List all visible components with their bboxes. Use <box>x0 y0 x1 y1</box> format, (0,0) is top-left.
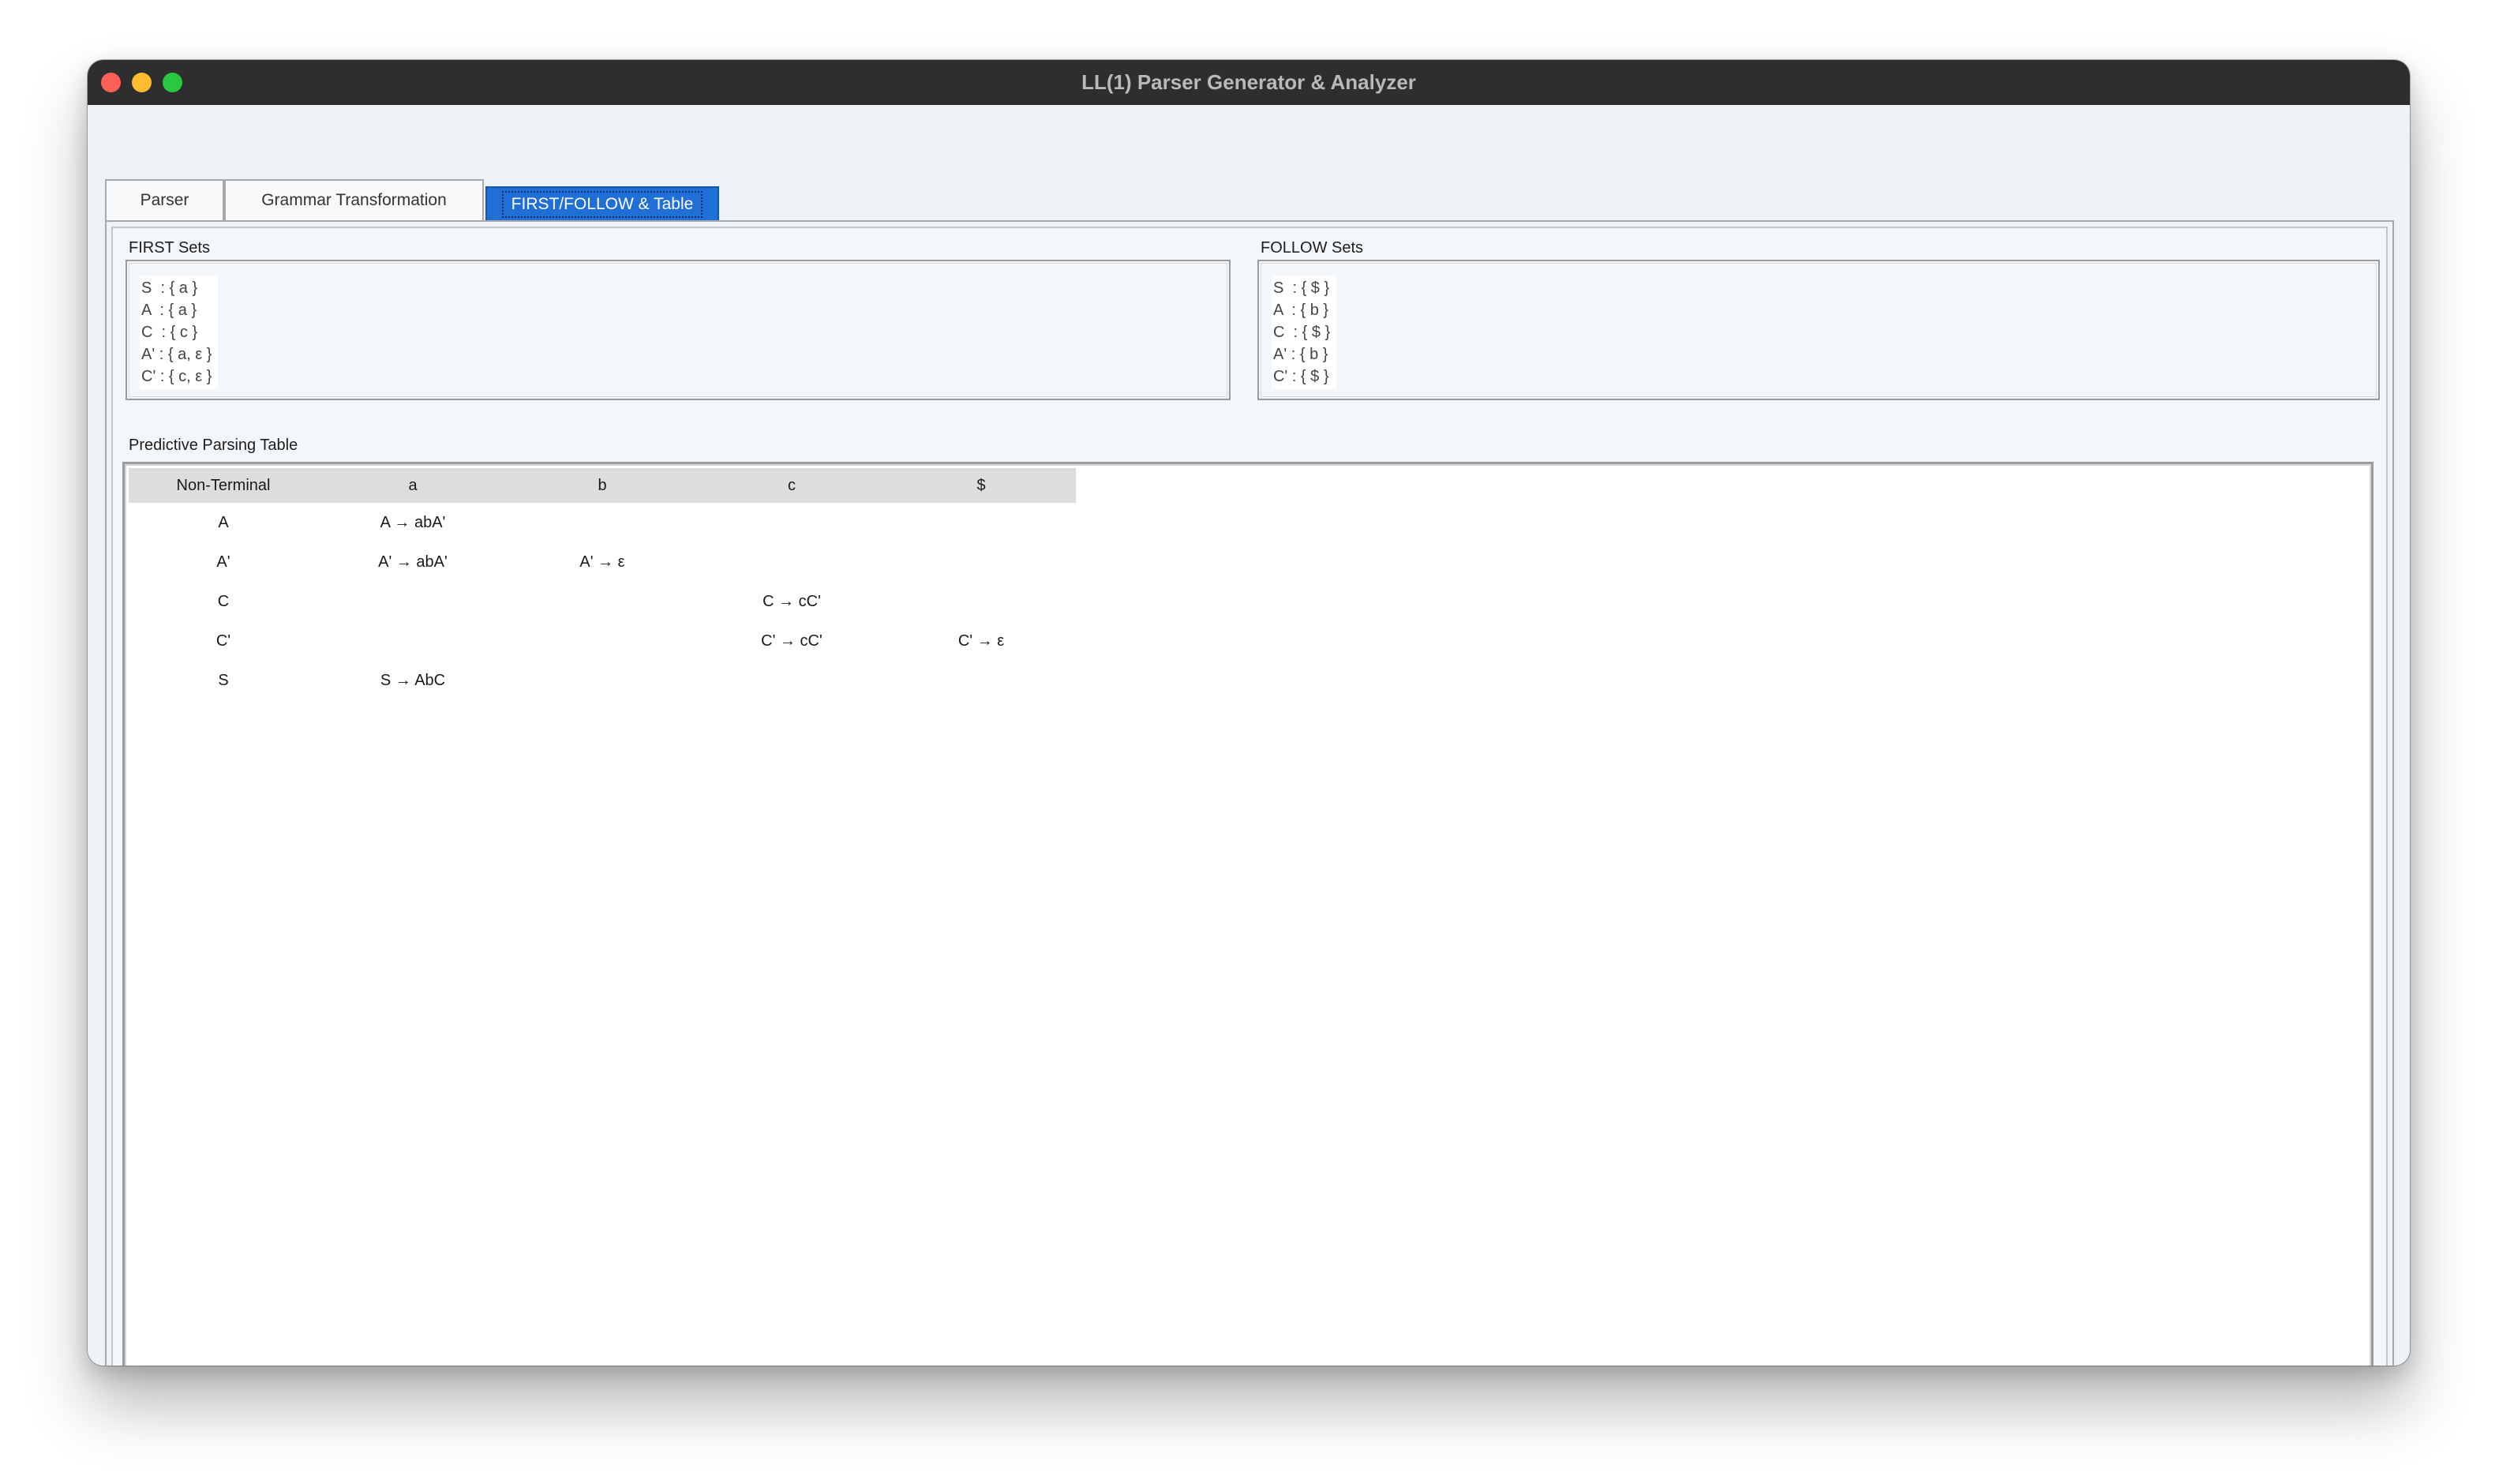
first-sets-box[interactable]: S : { a } A : { a } C : { c } A' : { a, … <box>126 260 1231 400</box>
tab-label: Parser <box>140 191 189 209</box>
column-header[interactable]: a <box>318 468 508 503</box>
first-sets-title: FIRST Sets <box>129 239 210 257</box>
table-cell[interactable]: C' → ε <box>886 621 1076 661</box>
table-cell[interactable] <box>508 621 697 661</box>
table-cell[interactable] <box>318 621 508 661</box>
table-row[interactable]: A' A' → abA' A' → ε <box>129 542 1076 582</box>
table-cell[interactable] <box>886 661 1076 700</box>
tab-grammar-transformation[interactable]: Grammar Transformation <box>224 179 484 220</box>
table-row[interactable]: C' C' → cC' C' → ε <box>129 621 1076 661</box>
table-cell[interactable]: A' <box>129 542 318 582</box>
table-cell[interactable]: C <box>129 582 318 621</box>
table-row[interactable]: C C → cC' <box>129 582 1076 621</box>
table-cell[interactable] <box>697 542 886 582</box>
table-header-row: Non-Terminal a b c $ <box>129 468 1076 503</box>
tab-parser[interactable]: Parser <box>105 179 224 220</box>
table-cell[interactable] <box>318 582 508 621</box>
parsing-table-title: Predictive Parsing Table <box>129 437 298 454</box>
follow-sets-list: S : { $ } A : { b } C : { $ } A' : { b }… <box>1272 275 1337 389</box>
table-cell[interactable]: C' → cC' <box>697 621 886 661</box>
table-cell[interactable] <box>508 503 697 542</box>
window-content: Parser Grammar Transformation FIRST/FOLL… <box>88 105 2410 1366</box>
table-cell[interactable]: C → cC' <box>697 582 886 621</box>
table-cell[interactable]: C' <box>129 621 318 661</box>
parsing-table-scrollpane[interactable]: Non-Terminal a b c $ A A → abA' A' A' → … <box>122 462 2373 1366</box>
app-window: LL(1) Parser Generator & Analyzer Parser… <box>88 60 2410 1366</box>
parsing-table[interactable]: Non-Terminal a b c $ A A → abA' A' A' → … <box>129 468 1076 700</box>
table-cell[interactable]: A' → abA' <box>318 542 508 582</box>
follow-set-line: A : { b } <box>1273 302 1329 319</box>
first-set-line: A' : { a, ε } <box>141 346 212 363</box>
first-set-line: C' : { c, ε } <box>141 368 212 385</box>
table-cell[interactable]: A' → ε <box>508 542 697 582</box>
table-cell[interactable] <box>697 661 886 700</box>
follow-sets-box[interactable]: S : { $ } A : { b } C : { $ } A' : { b }… <box>1257 260 2380 400</box>
table-cell[interactable] <box>508 582 697 621</box>
window-title: LL(1) Parser Generator & Analyzer <box>1081 70 1416 94</box>
first-set-line: C : { c } <box>141 324 198 341</box>
follow-set-line: S : { $ } <box>1273 279 1330 297</box>
column-header[interactable]: Non-Terminal <box>129 468 318 503</box>
table-cell[interactable]: A <box>129 503 318 542</box>
follow-set-line: C' : { $ } <box>1273 368 1329 385</box>
tab-label: Grammar Transformation <box>261 191 447 209</box>
table-cell[interactable]: S → AbC <box>318 661 508 700</box>
table-cell[interactable] <box>886 503 1076 542</box>
tab-label: FIRST/FOLLOW & Table <box>501 191 703 218</box>
first-set-line: S : { a } <box>141 279 198 297</box>
follow-set-line: A' : { b } <box>1273 346 1328 363</box>
title-bar[interactable]: LL(1) Parser Generator & Analyzer <box>88 60 2410 105</box>
tab-first-follow-table[interactable]: FIRST/FOLLOW & Table <box>485 186 719 221</box>
column-header[interactable]: b <box>508 468 697 503</box>
table-cell[interactable] <box>697 503 886 542</box>
follow-set-line: C : { $ } <box>1273 324 1331 341</box>
column-header[interactable]: c <box>697 468 886 503</box>
first-set-line: A : { a } <box>141 302 197 319</box>
table-cell[interactable] <box>508 661 697 700</box>
first-sets-list: S : { a } A : { a } C : { c } A' : { a, … <box>140 275 219 389</box>
table-cell[interactable] <box>886 542 1076 582</box>
table-row[interactable]: A A → abA' <box>129 503 1076 542</box>
table-row[interactable]: S S → AbC <box>129 661 1076 700</box>
follow-sets-title: FOLLOW Sets <box>1261 239 1364 257</box>
tab-panel: FIRST Sets S : { a } A : { a } C : { c }… <box>105 220 2394 1366</box>
table-cell[interactable]: S <box>129 661 318 700</box>
table-cell[interactable] <box>886 582 1076 621</box>
column-header[interactable]: $ <box>886 468 1076 503</box>
table-cell[interactable]: A → abA' <box>318 503 508 542</box>
